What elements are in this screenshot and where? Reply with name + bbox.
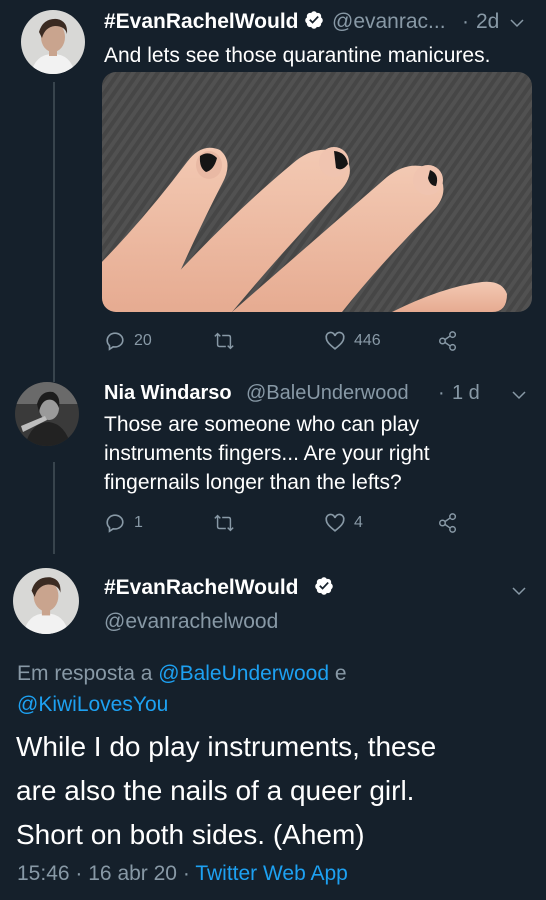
reply-context: Em resposta a @BaleUnderwood e (17, 658, 347, 689)
tweet-text-line: fingernails longer than the lefts? (104, 471, 402, 494)
like-count: 446 (354, 332, 381, 349)
thread-line (53, 462, 55, 554)
handle[interactable]: @evanrachelwood (104, 610, 278, 634)
chevron-down-icon[interactable] (510, 386, 528, 409)
reply-button[interactable]: 20 (104, 330, 152, 352)
like-count: 4 (354, 514, 363, 531)
mention-link[interactable]: @KiwiLovesYou (17, 689, 168, 720)
reply-prefix: Em resposta a (17, 662, 153, 685)
share-button[interactable] (437, 512, 459, 534)
tweet-meta: 15:46 · 16 abr 20 · Twitter Web App (17, 860, 348, 888)
reply-button[interactable]: 1 (104, 512, 143, 534)
like-icon (325, 331, 345, 350)
tweet-source[interactable]: Twitter Web App (195, 862, 348, 885)
timestamp[interactable]: 2d (476, 10, 499, 34)
time-separator: · (462, 10, 469, 33)
tweet-text-line: Short on both sides. (Ahem) (16, 819, 365, 850)
thread-line (53, 82, 55, 382)
verified-badge-icon (314, 576, 334, 601)
share-icon (439, 331, 457, 351)
chevron-down-icon[interactable] (508, 14, 526, 37)
reply-icon (106, 332, 124, 351)
share-button[interactable] (437, 330, 459, 352)
retweet-button[interactable] (212, 330, 236, 352)
tweet-photo[interactable] (102, 72, 532, 312)
avatar[interactable] (21, 10, 85, 74)
reply-icon (106, 514, 124, 533)
handle[interactable]: @BaleUnderwood (246, 382, 409, 405)
display-name[interactable]: Nia Windarso (104, 382, 232, 405)
meta-separator: · (182, 862, 190, 885)
retweet-button[interactable] (212, 512, 236, 534)
tweet-time[interactable]: 15:46 (17, 862, 70, 885)
reply-count: 1 (134, 514, 143, 531)
display-name[interactable]: #EvanRachelWould (104, 576, 299, 600)
mention-link[interactable]: @BaleUnderwood (158, 662, 329, 685)
verified-badge-icon (304, 10, 324, 35)
tweet-text-line: While I do play instruments, these (16, 731, 437, 762)
share-icon (439, 513, 457, 533)
tweet-text-line: instruments fingers... Are your right (104, 442, 430, 465)
avatar[interactable] (15, 382, 79, 446)
chevron-down-icon[interactable] (510, 582, 528, 605)
avatar[interactable] (13, 568, 79, 634)
timestamp[interactable]: 1 d (452, 382, 480, 405)
time-separator: · (438, 382, 445, 404)
tweet-text-line: Those are someone who can play (104, 413, 420, 436)
retweet-icon (214, 332, 234, 350)
handle[interactable]: @evanrac... (332, 10, 446, 34)
retweet-icon (214, 514, 234, 532)
like-button[interactable]: 446 (324, 330, 381, 352)
reply-conjunction: e (334, 662, 347, 685)
tweet-date[interactable]: 16 abr 20 (88, 862, 177, 885)
tweet-text: And lets see those quarantine manicures. (104, 44, 491, 67)
reply-count: 20 (134, 332, 152, 349)
tweet-text-line: are also the nails of a queer girl. (16, 775, 415, 806)
like-button[interactable]: 4 (324, 512, 363, 534)
like-icon (325, 513, 345, 532)
meta-separator: · (75, 862, 83, 885)
display-name[interactable]: #EvanRachelWould (104, 10, 299, 34)
